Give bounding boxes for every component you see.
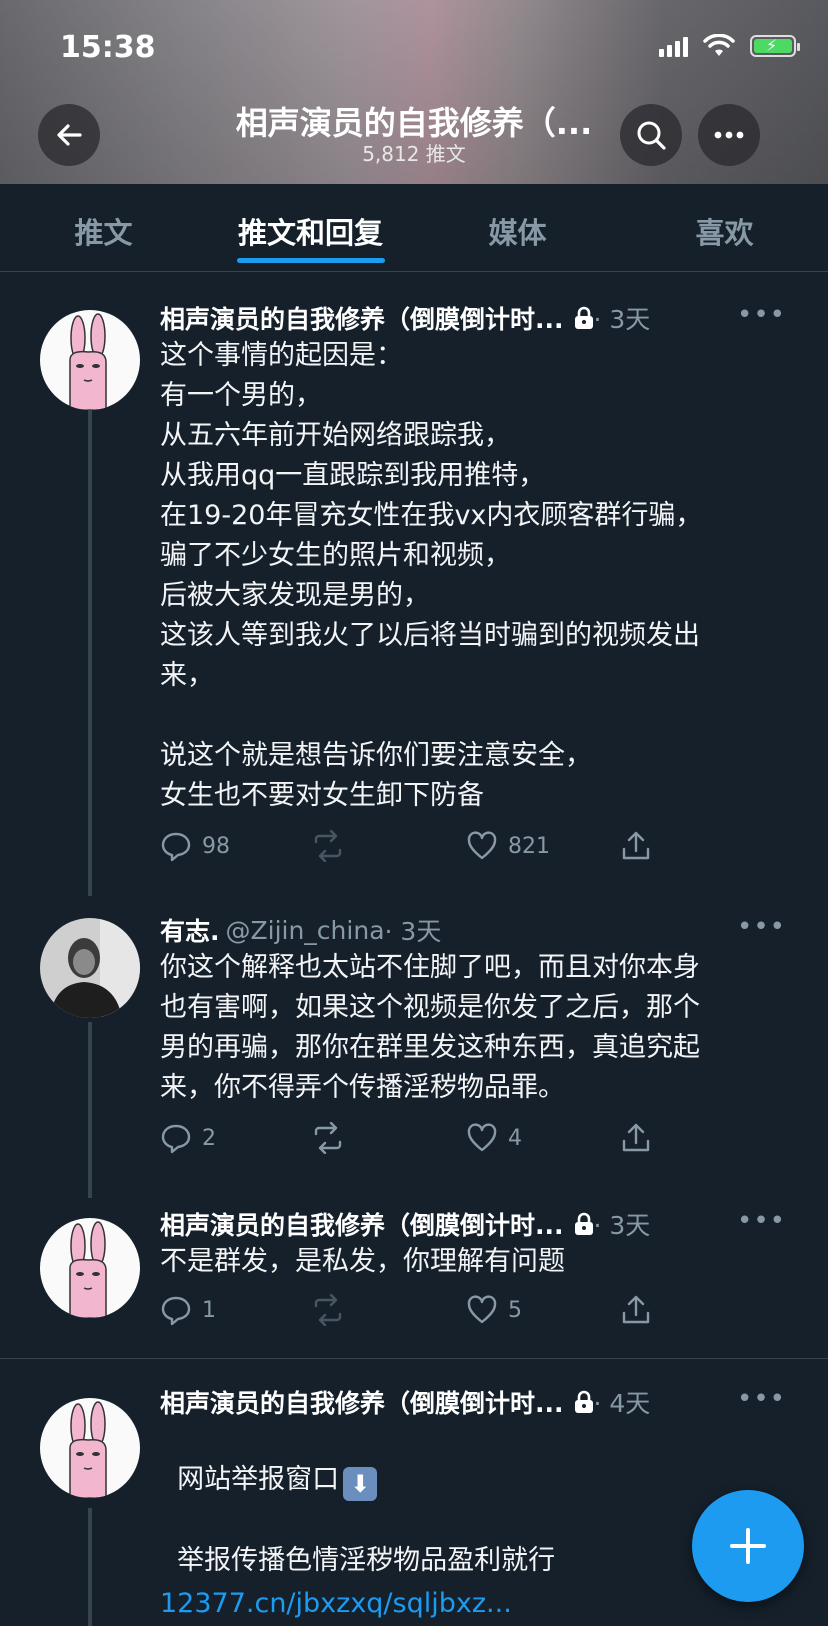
- avatar[interactable]: [40, 1398, 140, 1498]
- avatar[interactable]: [40, 918, 140, 1018]
- reply-button[interactable]: 98: [160, 830, 230, 862]
- tweet-more-button[interactable]: •••: [737, 912, 786, 942]
- lock-icon: [574, 306, 594, 330]
- heart-icon: [467, 1295, 497, 1324]
- reply-count: 1: [202, 1297, 216, 1323]
- compose-tweet-button[interactable]: [692, 1490, 804, 1602]
- tab-tweets-and-replies[interactable]: 推文和回复: [207, 184, 414, 271]
- reply-count: 98: [202, 833, 230, 859]
- display-name[interactable]: 相声演员的自我修养（倒膜倒计时...: [160, 1384, 564, 1420]
- tweet-header: 相声演员的自我修养（倒膜倒计时... · 4天: [160, 1384, 650, 1420]
- like-button[interactable]: 821: [466, 830, 550, 862]
- like-count: 5: [508, 1297, 522, 1323]
- plus-icon: [730, 1528, 766, 1564]
- search-icon: [637, 121, 666, 150]
- tweet-text-line: 举报传播色情淫秽物品盈利就行: [177, 1545, 556, 1576]
- reply-icon: [161, 1296, 191, 1326]
- tweet-time: · 3天: [593, 305, 651, 334]
- tweet-text: 这个事情的起因是： 有一个男的， 从五六年前开始网络跟踪我， 从我用qq一直跟踪…: [160, 340, 703, 811]
- down-arrow-icon: ⬇: [343, 1467, 378, 1501]
- pink-rabbit-avatar-icon: [40, 1398, 140, 1498]
- share-icon: [622, 831, 650, 860]
- display-name[interactable]: 相声演员的自我修养（倒膜倒计时...: [160, 300, 564, 336]
- thread-line: [88, 1508, 92, 1626]
- retweet-icon: [314, 1294, 342, 1326]
- tab-likes[interactable]: 喜欢: [621, 184, 828, 271]
- share-button[interactable]: [620, 1122, 652, 1154]
- tweet-header: 相声演员的自我修养（倒膜倒计时... · 3天: [160, 300, 650, 336]
- like-button[interactable]: 4: [466, 1122, 522, 1154]
- display-name[interactable]: 相声演员的自我修养（倒膜倒计时...: [160, 1206, 564, 1242]
- lock-icon: [574, 1212, 594, 1236]
- avatar[interactable]: [40, 1218, 140, 1318]
- profile-tabs: 推文 推文和回复 媒体 喜欢: [0, 184, 828, 272]
- heart-icon: [467, 1123, 497, 1152]
- tweet-more-button[interactable]: •••: [737, 1206, 786, 1236]
- tweet-time: · 4天: [593, 1389, 651, 1418]
- tweet-more-button[interactable]: •••: [737, 300, 786, 330]
- divider: [0, 1358, 828, 1359]
- tweet-actions: 98 821: [160, 830, 680, 864]
- pink-rabbit-avatar-icon: [40, 310, 140, 410]
- status-time: 15:38: [60, 30, 156, 65]
- like-count: 821: [508, 833, 550, 859]
- lock-icon: [574, 1390, 594, 1414]
- reply-count: 2: [202, 1125, 216, 1151]
- tweet-more-button[interactable]: •••: [737, 1384, 786, 1414]
- share-button[interactable]: [620, 1294, 652, 1326]
- more-horizontal-icon: [714, 131, 744, 139]
- retweet-button[interactable]: [312, 830, 344, 862]
- tweet-text: 网站举报窗口 ⬇ 举报传播色情淫秽物品盈利就行: [160, 1420, 555, 1581]
- like-button[interactable]: 5: [466, 1294, 522, 1326]
- share-button[interactable]: [620, 830, 652, 862]
- status-icons: ⚡: [659, 34, 800, 58]
- wifi-icon: [703, 34, 735, 56]
- tweet-actions: 1 5: [160, 1294, 680, 1328]
- retweet-button[interactable]: [312, 1122, 344, 1154]
- tweet-text: 你这个解释也太站不住脚了吧，而且对你本身 也有害啊，如果这个视频是你发了之后，那…: [160, 952, 700, 1103]
- tweet-time: · 3天: [384, 917, 442, 946]
- thread-line: [88, 408, 92, 896]
- cellular-signal-icon: [659, 35, 688, 57]
- retweet-icon: [314, 830, 342, 862]
- avatar[interactable]: [40, 310, 140, 410]
- pink-rabbit-avatar-icon: [40, 1218, 140, 1318]
- heart-icon: [467, 831, 497, 860]
- display-name[interactable]: 有志.: [160, 912, 220, 948]
- battery-icon: ⚡: [750, 35, 800, 57]
- tab-tweets[interactable]: 推文: [0, 184, 207, 271]
- tweet-actions: 2 4: [160, 1122, 680, 1156]
- tweet-text: 不是群发，是私发，你理解有问题: [160, 1246, 565, 1277]
- tweet-header: 相声演员的自我修养（倒膜倒计时... · 3天: [160, 1206, 650, 1242]
- share-icon: [622, 1295, 650, 1324]
- reply-button[interactable]: 1: [160, 1294, 216, 1326]
- tweet-header: 有志. @Zijin_china · 3天: [160, 912, 441, 948]
- search-button[interactable]: [620, 104, 682, 166]
- user-photo-avatar-icon: [40, 918, 140, 1018]
- reply-icon: [161, 832, 191, 862]
- share-icon: [622, 1123, 650, 1152]
- more-options-button[interactable]: [698, 104, 760, 166]
- tweet-text-line: 网站举报窗口: [177, 1464, 340, 1495]
- tweet-link[interactable]: 12377.cn/jbxzxq/sqljbxz...: [160, 1584, 512, 1624]
- user-handle[interactable]: @Zijin_china: [226, 916, 385, 945]
- retweet-button[interactable]: [312, 1294, 344, 1326]
- tweet-time: · 3天: [593, 1211, 651, 1240]
- reply-button[interactable]: 2: [160, 1122, 216, 1154]
- tab-media[interactable]: 媒体: [414, 184, 621, 271]
- retweet-icon: [314, 1122, 342, 1154]
- like-count: 4: [508, 1125, 522, 1151]
- reply-icon: [161, 1124, 191, 1154]
- thread-line: [88, 1022, 92, 1198]
